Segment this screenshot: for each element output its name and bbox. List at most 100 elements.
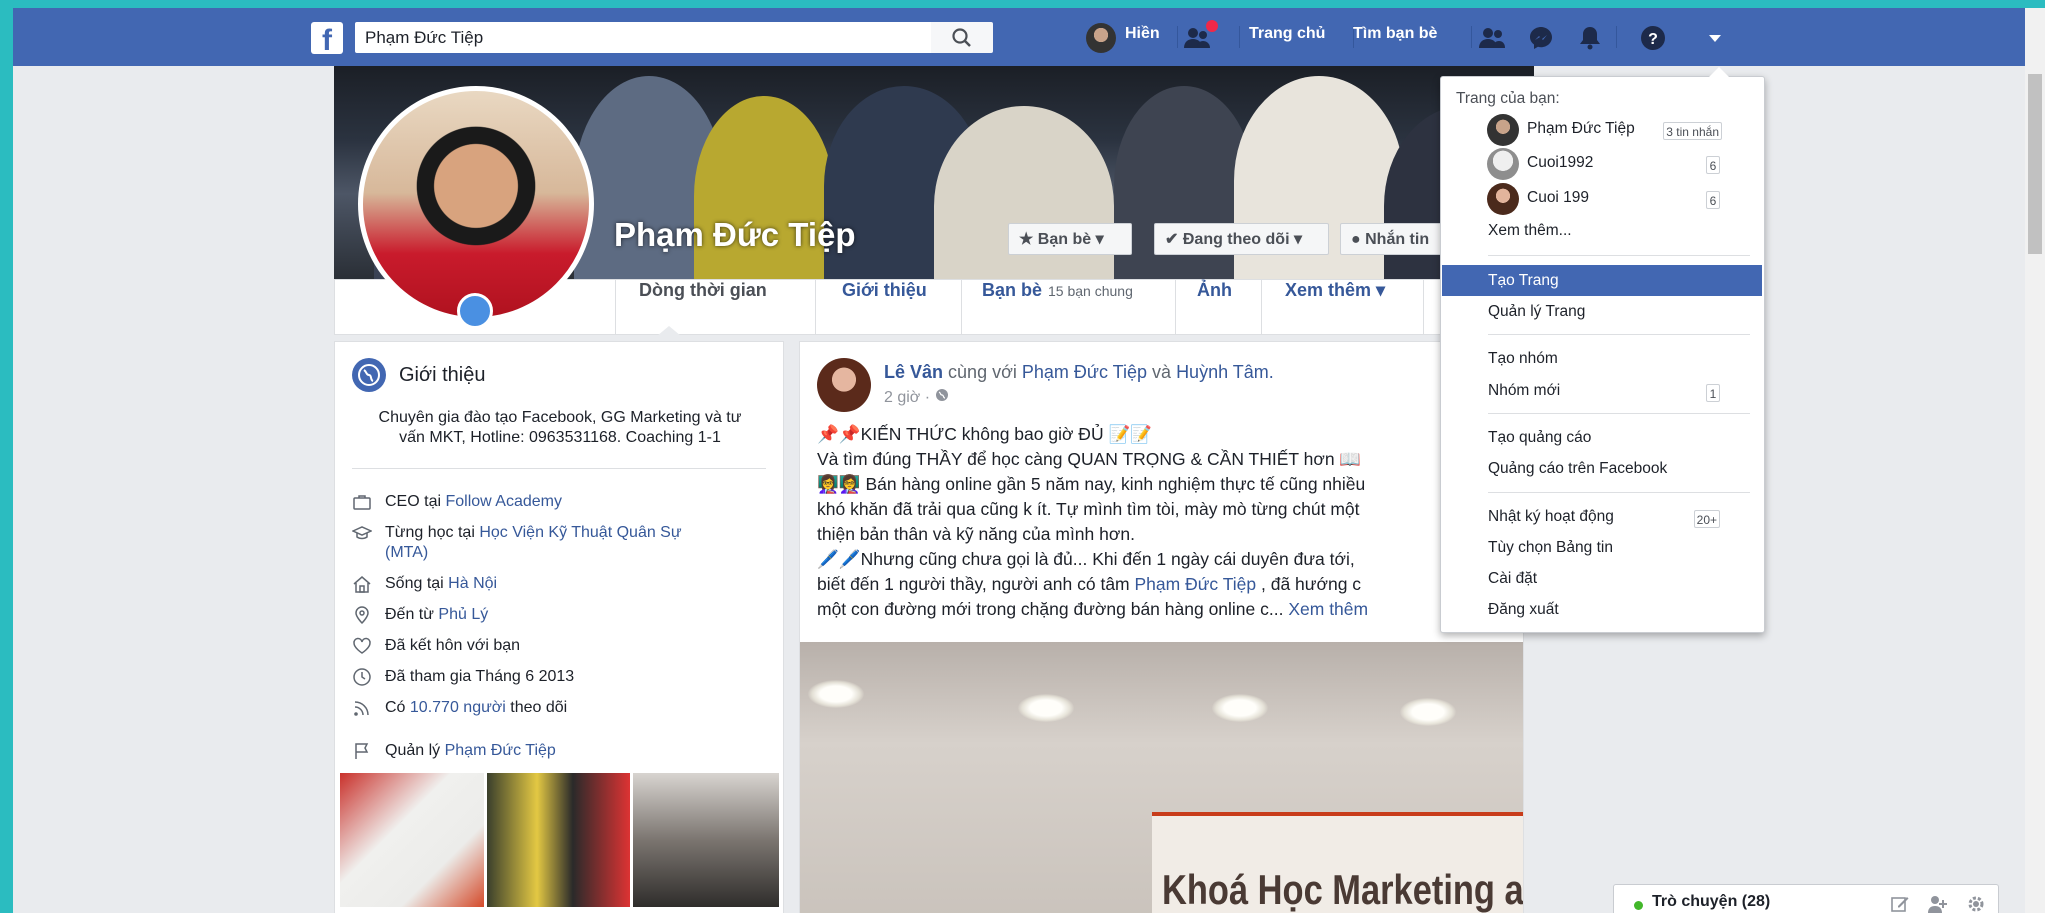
friends-icon[interactable] [1478,24,1506,52]
mutual-friends-count: 15 bạn chung [1048,283,1133,299]
account-dropdown-menu: Trang của bạn: Phạm Đức Tiệp 3 tin nhắn … [1440,76,1765,633]
banner-text: Khoá Học Marketing auto [1162,866,1524,913]
location-pin-icon [355,606,369,625]
tab-photos[interactable]: Ảnh [1197,280,1232,334]
study-link-abbr[interactable]: (MTA) [385,544,428,561]
tab-about[interactable]: Giới thiệu [842,280,927,334]
post-timestamp[interactable]: 2 giờ · [884,388,949,407]
user-avatar[interactable] [1086,23,1116,53]
lives-link[interactable]: Hà Nội [448,575,497,592]
study-link[interactable]: Học Viện Kỹ Thuật Quân Sự [479,524,681,541]
search-button[interactable] [931,22,993,53]
tab-more[interactable]: Xem thêm ▾ [1285,280,1385,334]
nav-divider [1177,26,1178,48]
post-line: 🖊️🖊️Nhưng cũng chưa gọi là đủ... Khi đến… [817,549,1355,569]
work-link[interactable]: Follow Academy [445,493,562,510]
tab-friends[interactable]: Bạn bè 15 bạn chung [982,280,1133,334]
chat-settings-gear-icon[interactable] [1965,893,1987,913]
ceiling-light [808,680,864,708]
tab-divider [1175,280,1176,334]
tab-divider [961,280,962,334]
study-fact: Từng học tại Học Viện Kỹ Thuật Quân Sự (M… [385,523,682,563]
help-icon[interactable]: ? [1639,24,1667,52]
nav-home-link[interactable]: Trang chủ [1249,25,1325,43]
tab-friends-label: Bạn bè [982,280,1043,300]
see-more-pages-link[interactable]: Xem thêm... [1488,222,1572,240]
new-groups-menu-item[interactable]: Nhóm mới [1488,382,1560,400]
photo-thumbnail[interactable] [340,773,484,907]
create-ad-menu-item[interactable]: Tạo quảng cáo [1488,429,1591,447]
chat-sidebar-bar[interactable]: Trò chuyện (28) [1613,884,1999,913]
graduation-cap-icon [352,526,372,540]
from-link[interactable]: Phủ Lý [438,606,488,623]
facebook-logo-icon[interactable]: f [311,22,343,54]
photo-thumbnail[interactable] [487,773,630,907]
post-line: một con đường mới trong chặng đường bán … [817,597,1517,622]
settings-menu-item[interactable]: Cài đặt [1488,570,1537,588]
page-item-cuoi1992[interactable]: Cuoi1992 [1527,154,1593,172]
page-avatar [1487,183,1519,215]
home-icon [353,576,371,593]
chat-label: Trò chuyện (28) [1652,893,1771,910]
post-author-avatar[interactable] [817,358,871,412]
post-author-link[interactable]: Lê Vân [884,362,943,382]
tab-divider [1261,280,1262,334]
post-line: thiện bản thân và kỹ năng của mình hơn. [817,524,1135,544]
tab-divider [815,280,816,334]
page-item-cuoi-199[interactable]: Cuoi 199 [1527,189,1589,207]
followers-suffix: theo dõi [510,699,568,716]
post-line: 📌📌KIẾN THỨC không bao giờ ĐỦ 📝📝 [817,424,1153,444]
messenger-icon[interactable] [1527,24,1555,52]
globe-privacy-icon [935,389,948,401]
post-header: Lê Vân cùng với Phạm Đức Tiệp và Huỳnh T… [884,362,1274,383]
friends-button[interactable]: ★ Bạn bè ▾ [1008,223,1132,255]
manages-prefix: Quản lý [385,742,441,759]
page-message-badge: 3 tin nhắn [1663,122,1722,140]
followers-fact: Có 10.770 người theo dõi [385,698,567,718]
followers-prefix: Có [385,699,406,716]
browser-viewport: f Hiền Trang chủ Tìm bạn bè ? Phạm Đức T… [13,8,2025,913]
create-page-menu-item[interactable]: Tạo Trang [1488,272,1559,290]
top-navigation-bar: f Hiền Trang chủ Tìm bạn bè ? [13,8,2025,66]
svg-text:?: ? [1648,31,1658,48]
notifications-bell-icon[interactable] [1576,24,1604,52]
new-message-edit-icon[interactable] [1890,894,1910,913]
page-avatar [1487,148,1519,180]
activity-log-menu-item[interactable]: Nhật ký hoạt động [1488,508,1614,526]
tab-divider [615,280,616,334]
page-item-pham-duc-tiep[interactable]: Phạm Đức Tiệp [1527,120,1635,138]
manages-link[interactable]: Phạm Đức Tiệp [445,742,556,759]
post-photo[interactable]: Khoá Học Marketing auto [800,642,1524,913]
followers-link[interactable]: 10.770 người [410,699,506,716]
post-tag-link[interactable]: Phạm Đức Tiệp [1022,362,1147,382]
post-mention-link[interactable]: Phạm Đức Tiệp [1135,574,1257,594]
profile-picture[interactable] [358,86,594,322]
create-group-chat-icon[interactable] [1927,894,1949,913]
nav-find-friends-link[interactable]: Tìm bạn bè [1353,25,1437,43]
user-profile-link[interactable]: Hiền [1125,25,1160,43]
event-banner: Khoá Học Marketing auto [1152,812,1524,913]
post-line-part: biết đến 1 người thầy, người anh có tâm [817,574,1130,594]
news-feed-preferences-menu-item[interactable]: Tùy chọn Bảng tin [1488,539,1613,557]
create-group-menu-item[interactable]: Tạo nhóm [1488,350,1558,368]
post-tag-link[interactable]: Huỳnh Tâm. [1176,362,1274,382]
dropdown-caret [1709,67,1729,77]
page-notification-badge: 6 [1706,191,1720,209]
search-input[interactable] [355,22,931,53]
see-more-link[interactable]: Xem thêm [1288,599,1368,619]
joined-fact: Đã tham gia Tháng 6 2013 [385,668,575,685]
post-and-text: và [1152,362,1172,382]
ads-on-facebook-menu-item[interactable]: Quảng cáo trên Facebook [1488,460,1667,478]
profile-guard-shield-icon [457,293,493,329]
logout-menu-item[interactable]: Đăng xuất [1488,601,1559,619]
ceiling-light [1212,694,1268,722]
work-fact: CEO tại Follow Academy [385,492,562,512]
account-menu-chevron-down-icon[interactable] [1701,24,1729,52]
your-pages-header: Trang của bạn: [1456,90,1560,107]
menu-divider [1488,334,1750,335]
following-button[interactable]: ✔ Đang theo dõi ▾ [1154,223,1329,255]
manage-pages-menu-item[interactable]: Quản lý Trang [1488,303,1585,321]
scrollbar-thumb[interactable] [2028,74,2042,254]
photo-thumbnail[interactable] [633,773,779,907]
vertical-scrollbar[interactable] [2025,8,2045,913]
